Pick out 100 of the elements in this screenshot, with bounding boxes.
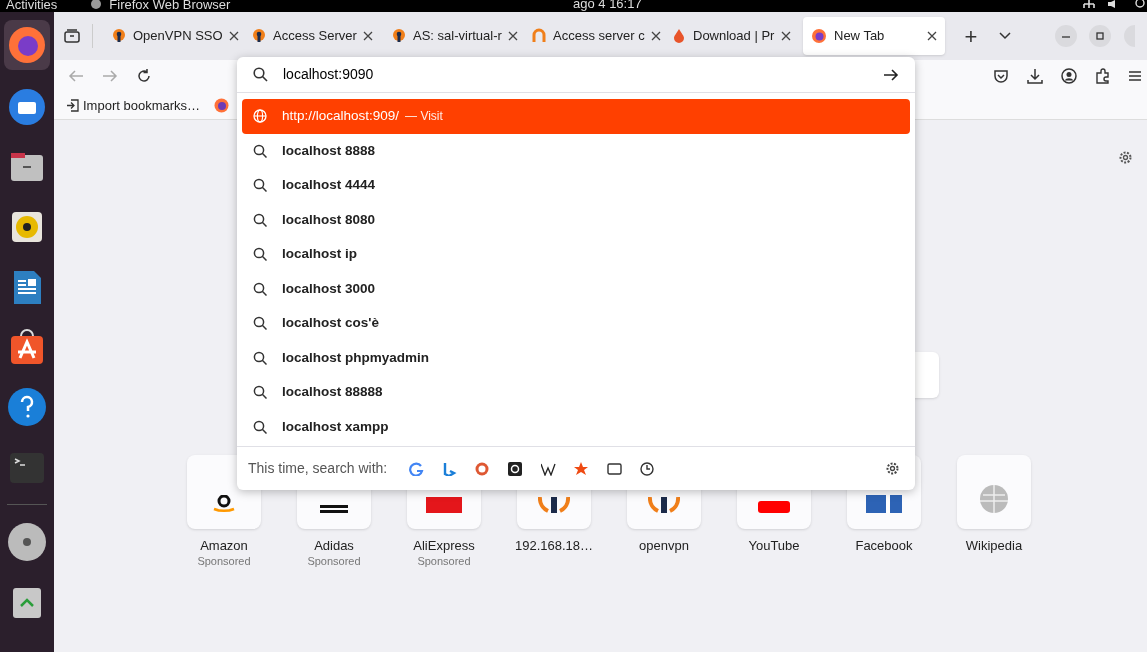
import-icon — [66, 99, 79, 112]
site-title: 192.168.18… — [514, 537, 594, 555]
browser-tab[interactable]: Access server c — [523, 17, 659, 55]
reload-icon[interactable] — [136, 68, 152, 84]
help-icon — [7, 387, 47, 427]
google-icon[interactable] — [409, 461, 425, 476]
search-icon — [253, 212, 267, 227]
suggestion-text: localhost cos'è — [282, 314, 379, 333]
close-icon[interactable] — [362, 31, 373, 41]
sponsored-label: Sponsored — [197, 555, 251, 567]
suggestion-text: localhost 88888 — [282, 383, 383, 402]
go-arrow-icon[interactable] — [883, 67, 899, 82]
logo-icon — [320, 505, 348, 513]
suggestion-row[interactable]: localhost 8888 — [242, 133, 910, 168]
logo-icon — [212, 495, 236, 513]
search-icon — [253, 247, 267, 262]
suggestion-text: http://localhost:909/ — [282, 107, 400, 126]
search-icon — [253, 178, 267, 193]
bing-icon[interactable] — [442, 461, 458, 476]
disc-icon — [7, 522, 47, 562]
suggestion-text: localhost xampp — [282, 417, 389, 436]
qwant-icon[interactable] — [508, 461, 524, 476]
minimize-button[interactable] — [1055, 25, 1077, 47]
keyhole-icon — [648, 497, 680, 513]
close-icon[interactable] — [781, 31, 791, 41]
suggestion-text: localhost ip — [282, 245, 357, 264]
address-input[interactable]: localhost:9090 — [283, 64, 883, 85]
download-icon[interactable] — [1027, 68, 1043, 84]
globe-icon — [980, 485, 1008, 513]
suggestion-row[interactable]: localhost 4444 — [242, 168, 910, 203]
suggestion-text: localhost 3000 — [282, 279, 376, 298]
search-icon — [253, 350, 267, 365]
maximize-button[interactable] — [1089, 25, 1111, 47]
pocket-icon[interactable] — [993, 68, 1009, 84]
search-icon — [253, 143, 267, 158]
tab-title: Access server c — [553, 27, 645, 46]
suggestion-text: localhost 8080 — [282, 210, 376, 229]
suggestion-row[interactable]: localhost 88888 — [242, 375, 910, 410]
suggestion-row[interactable]: localhost ip — [242, 237, 910, 272]
keyhole-icon — [251, 28, 267, 44]
tab-title: New Tab — [834, 27, 885, 46]
settings-icon[interactable] — [885, 461, 900, 476]
site-title: YouTube — [748, 537, 800, 555]
sponsored-label: Sponsored — [417, 555, 471, 567]
site-title: Amazon — [200, 537, 248, 555]
suggestion-row[interactable]: localhost phpmyadmin — [242, 340, 910, 375]
browser-tab[interactable]: New Tab — [803, 17, 945, 55]
settings-icon[interactable] — [1118, 150, 1133, 165]
arch-icon — [531, 28, 547, 44]
keyhole-icon — [391, 28, 407, 44]
firefox-icon[interactable] — [214, 98, 230, 113]
wikipedia-icon[interactable] — [541, 461, 557, 476]
firefox-icon — [811, 28, 827, 44]
keyhole-icon — [111, 28, 127, 44]
duck-icon[interactable] — [475, 461, 491, 476]
search-icon — [253, 419, 267, 434]
browser-tab[interactable]: Download | Pr — [663, 17, 799, 55]
flame-icon — [671, 28, 687, 44]
logo-icon — [426, 497, 462, 513]
site-title: openvpn — [639, 537, 689, 555]
app-name: Firefox Web Browser — [109, 0, 231, 11]
extensions-icon[interactable] — [1095, 68, 1111, 84]
close-icon[interactable] — [650, 31, 661, 41]
import-bookmarks-link[interactable]: Import bookmarks… — [83, 95, 201, 116]
tab-overview-icon[interactable] — [64, 29, 80, 43]
clock-icon[interactable] — [640, 461, 656, 476]
site-title: Adidas — [314, 537, 354, 555]
suggestion-row[interactable]: localhost xampp — [242, 409, 910, 444]
keyhole-icon — [538, 497, 570, 513]
menu-icon[interactable] — [1129, 70, 1141, 82]
new-tab-button[interactable]: + — [957, 19, 985, 53]
suggestion-text: localhost 4444 — [282, 176, 376, 195]
mail-icon — [7, 87, 47, 127]
suggestion-text: localhost 8888 — [282, 141, 376, 160]
tab-title: OpenVPN SSO — [133, 27, 223, 46]
suggestion-text: localhost phpmyadmin — [282, 348, 430, 367]
sponsored-label: Sponsored — [307, 555, 361, 567]
suggestion-row[interactable]: localhost 8080 — [242, 202, 910, 237]
close-icon[interactable] — [507, 31, 518, 41]
star-icon[interactable] — [574, 461, 590, 476]
close-icon[interactable] — [228, 31, 239, 41]
suggestion-row[interactable]: localhost 3000 — [242, 271, 910, 306]
chevron-down-icon[interactable] — [999, 32, 1011, 40]
address-field[interactable]: localhost:9090 — [237, 57, 915, 93]
close-icon[interactable] — [927, 31, 937, 41]
suggestion-row[interactable]: http://localhost:909/ — Visit — [242, 99, 910, 134]
tab-icon[interactable] — [607, 461, 623, 476]
browser-tab[interactable]: Access Server — [243, 17, 379, 55]
search-with-label: This time, search with: — [248, 459, 388, 478]
network-icon[interactable] — [1083, 0, 1095, 8]
site-tile[interactable] — [957, 455, 1031, 529]
browser-tab[interactable]: AS: sal-virtual-r — [383, 17, 519, 55]
app-icon — [91, 0, 102, 9]
browser-tab[interactable]: OpenVPN SSO — [103, 17, 239, 55]
tab-title: Download | Pr — [693, 27, 775, 46]
activities-button[interactable]: Activities — [6, 0, 58, 11]
power-icon[interactable] — [1135, 0, 1145, 8]
suggestion-row[interactable]: localhost cos'è — [242, 306, 910, 341]
account-icon[interactable] — [1061, 68, 1077, 84]
logo-icon — [866, 495, 902, 513]
